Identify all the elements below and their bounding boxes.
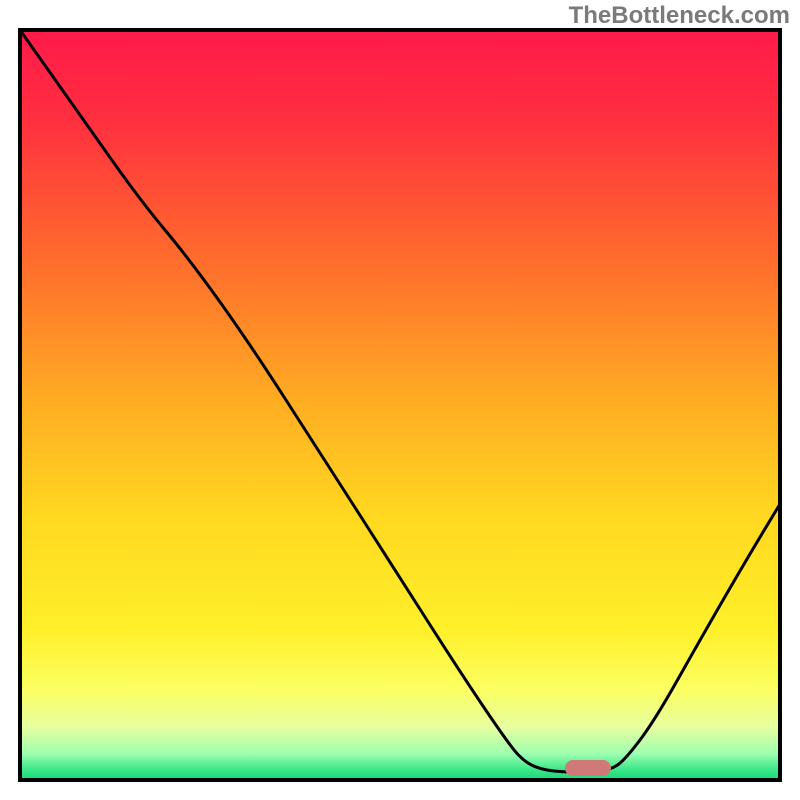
plot-background [20, 30, 780, 780]
chart-canvas: TheBottleneck.com [0, 0, 800, 800]
watermark-text: TheBottleneck.com [569, 2, 790, 30]
plot-svg [0, 0, 800, 800]
optimal-marker [565, 760, 611, 776]
